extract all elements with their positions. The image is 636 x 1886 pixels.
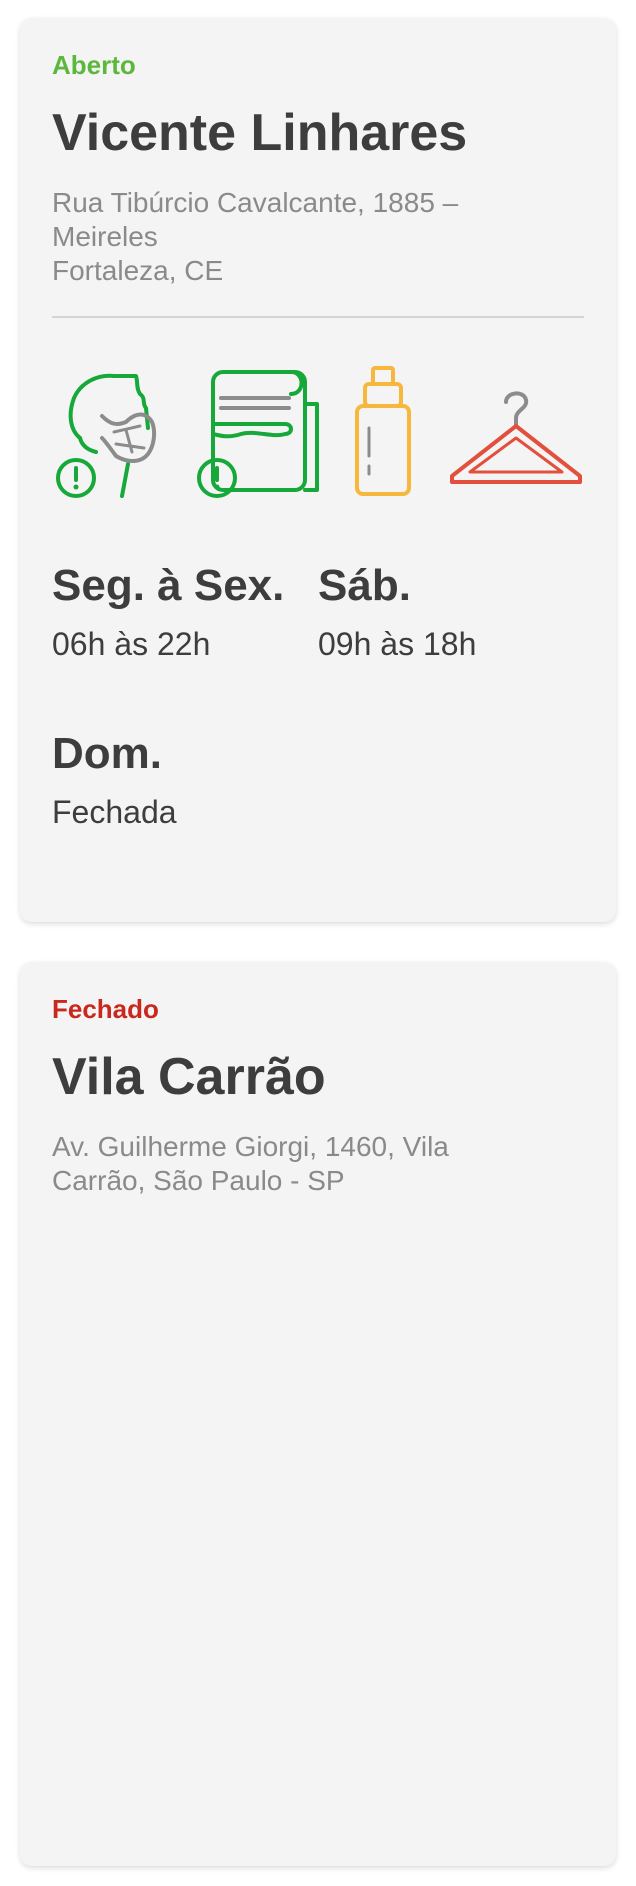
address-line: Meireles bbox=[52, 221, 158, 252]
store-card[interactable]: Fechado Vila Carrão Av. Guilherme Giorgi… bbox=[20, 962, 616, 1866]
address-line: Fortaleza, CE bbox=[52, 255, 224, 286]
address-line: Rua Tibúrcio Cavalcante, 1885 – bbox=[52, 187, 459, 218]
store-name: Vicente Linhares bbox=[52, 104, 468, 162]
hours-time: 09h às 18h bbox=[318, 626, 477, 662]
sanitizer-bottle-icon bbox=[355, 366, 412, 496]
store-name: Vila Carrão bbox=[52, 1048, 326, 1106]
hours-day: Dom. bbox=[52, 729, 162, 778]
hours-time: 06h às 22h bbox=[52, 626, 211, 662]
address-line: Carrão, São Paulo - SP bbox=[52, 1165, 345, 1196]
store-address: Rua Tibúrcio Cavalcante, 1885 – Meireles… bbox=[52, 186, 584, 288]
status-badge: Fechado bbox=[52, 994, 159, 1024]
hours-day: Seg. à Sex. bbox=[52, 561, 285, 610]
hours-sunday: Dom. Fechada bbox=[52, 728, 318, 832]
hours-time: Fechada bbox=[52, 794, 177, 830]
status-badge: Aberto bbox=[52, 50, 136, 80]
store-address: Av. Guilherme Giorgi, 1460, Vila Carrão,… bbox=[52, 1130, 584, 1198]
divider bbox=[52, 316, 584, 318]
amenity-icons bbox=[52, 358, 584, 498]
store-card[interactable]: Aberto Vicente Linhares Rua Tibúrcio Cav… bbox=[20, 18, 616, 922]
hours-saturday: Sáb. 09h às 18h bbox=[318, 560, 584, 664]
paper-towel-alert-icon bbox=[196, 370, 319, 498]
hours-day: Sáb. bbox=[318, 561, 411, 610]
face-mask-alert-icon bbox=[56, 373, 157, 498]
opening-hours: Seg. à Sex. 06h às 22h Sáb. 09h às 18h bbox=[52, 560, 584, 664]
store-list: Aberto Vicente Linhares Rua Tibúrcio Cav… bbox=[0, 0, 636, 1886]
opening-hours-weekend: Dom. Fechada bbox=[52, 728, 584, 832]
address-line: Av. Guilherme Giorgi, 1460, Vila bbox=[52, 1131, 449, 1162]
clothes-hanger-icon bbox=[449, 391, 582, 484]
hours-weekdays: Seg. à Sex. 06h às 22h bbox=[52, 560, 318, 664]
